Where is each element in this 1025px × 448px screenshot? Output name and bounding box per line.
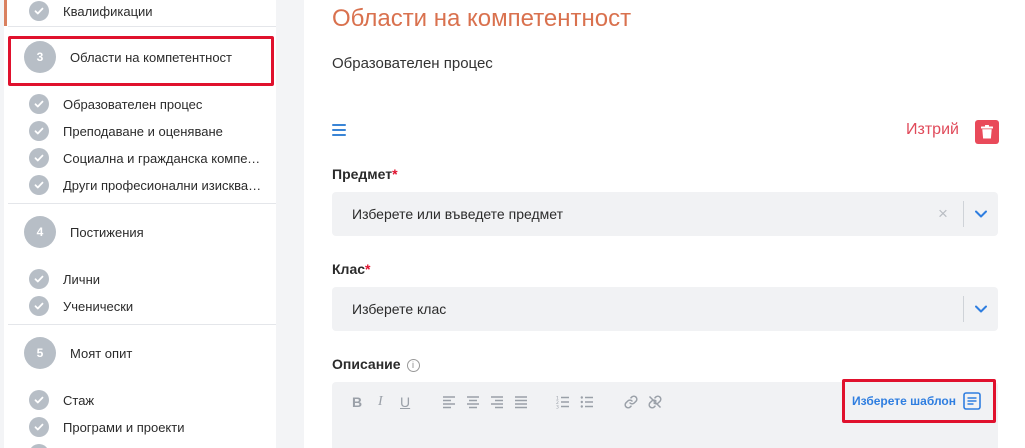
check-icon [29,417,49,437]
sidebar-item-label: Програми и проекти [63,419,185,435]
chevron-down-icon[interactable] [964,305,998,313]
sidebar-item-label: Образователен процес [63,96,203,112]
divider [8,324,276,325]
sidebar-item-students[interactable]: Ученически [29,295,133,317]
sidebar-item-qualifications[interactable]: Квалификации [29,0,153,22]
check-icon [29,121,49,141]
grade-label-text: Клас [332,261,366,277]
sidebar-item-partial [29,443,49,448]
check-icon [29,269,49,289]
trash-icon [981,125,993,139]
sidebar-item-programs-projects[interactable]: Програми и проекти [29,416,184,438]
delete-label[interactable]: Изтрий [906,121,959,139]
sidebar-section-achievements[interactable]: 4 Постижения [24,216,144,248]
required-mark: * [392,166,398,182]
sidebar-item-educational-process[interactable]: Образователен процес [29,93,202,115]
sidebar-item-label: Лични [63,271,101,287]
chevron-down-icon[interactable] [964,210,998,218]
sidebar-item-label: Ученически [63,298,134,314]
align-right-icon[interactable] [490,394,504,410]
description-label: Описание i [332,356,420,372]
description-label-text: Описание [332,356,401,372]
page-subtitle: Образователен процес [332,55,493,72]
sidebar-item-label: Преподаване и оценяване [63,123,223,139]
grade-label: Клас* [332,261,370,277]
active-indicator [4,0,7,26]
section-label: Моят опит [70,345,133,361]
info-icon[interactable]: i [406,358,420,372]
sidebar-item-label: Квалификации [63,3,153,19]
sidebar-item-label: Социална и гражданска компетентност [63,150,263,166]
page-title: Области на компетентност [332,5,632,32]
subject-select[interactable]: Изберете или въведете предмет × [332,192,998,236]
sidebar-item-label: Стаж [63,392,95,408]
bold-button[interactable]: B [352,394,362,410]
ordered-list-icon[interactable]: 123 [556,394,570,410]
divider [8,26,276,27]
delete-button[interactable] [975,120,999,144]
grade-placeholder: Изберете клас [352,301,447,317]
section-label: Постижения [70,224,144,240]
sidebar-section-my-experience[interactable]: 5 Моят опит [24,337,132,369]
check-icon [29,175,49,195]
step-number: 4 [24,216,56,248]
align-center-icon[interactable] [466,394,480,410]
align-left-icon[interactable] [442,394,456,410]
check-icon [29,1,49,21]
choose-template-button[interactable]: Изберете шаблон [842,379,996,423]
sidebar-item-social-civic[interactable]: Социална и гражданска компетентност [29,147,263,169]
template-label: Изберете шаблон [852,394,956,408]
template-icon [963,392,981,410]
subject-placeholder: Изберете или въведете предмет [352,206,563,222]
sidebar-item-teaching-assessment[interactable]: Преподаване и оценяване [29,120,223,142]
drag-handle-icon[interactable] [332,124,346,136]
main-content: Области на компетентност Образователен п… [304,0,1025,448]
sidebar-item-personal[interactable]: Лични [29,268,100,290]
subject-label: Предмет* [332,166,398,182]
check-icon [29,94,49,114]
grade-select[interactable]: Изберете клас [332,287,998,331]
highlight-annotation [8,36,274,86]
bullet-list-icon[interactable] [580,394,594,410]
align-justify-icon[interactable] [514,394,528,410]
step-number: 5 [24,337,56,369]
svg-text:3: 3 [556,405,559,410]
sidebar-item-label: Други професионални изисквания [63,177,263,193]
sidebar-item-seniority[interactable]: Стаж [29,389,94,411]
divider [8,203,276,204]
link-icon[interactable] [624,394,638,410]
sidebar-item-other-requirements[interactable]: Други професионални изисквания [29,174,263,196]
underline-button[interactable]: U [400,394,410,410]
check-icon [29,148,49,168]
unlink-icon[interactable] [648,394,662,410]
clear-icon[interactable]: × [931,204,955,224]
subject-label-text: Предмет [332,166,393,182]
check-icon [29,444,49,448]
italic-button[interactable]: I [378,394,383,410]
check-icon [29,390,49,410]
required-mark: * [365,261,371,277]
check-icon [29,296,49,316]
